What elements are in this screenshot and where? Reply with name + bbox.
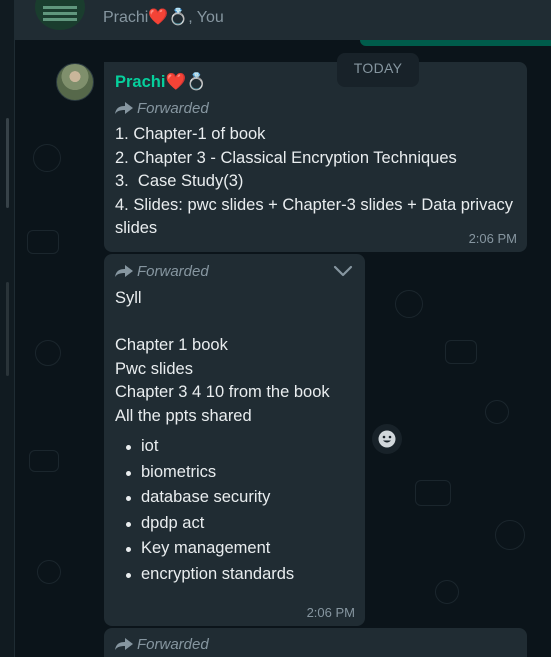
message-line: Pwc slides xyxy=(115,359,193,378)
message-line: 1. Chapter-1 of book xyxy=(115,125,266,143)
message-time: 2:06 PM xyxy=(306,605,355,620)
chat-header[interactable]: Prachi❤️💍, You xyxy=(15,0,551,40)
list-item: dpdp act xyxy=(126,511,294,537)
message-line: Chapter 3 4 10 from the book xyxy=(115,383,330,402)
forwarded-label: Forwarded xyxy=(115,100,209,117)
scrollbar-thumb[interactable] xyxy=(6,118,9,208)
forwarded-label: Forwarded xyxy=(115,636,209,653)
forwarded-text: Forwarded xyxy=(137,636,209,653)
message-line: All the ppts shared xyxy=(115,406,252,425)
wallpaper-doodle xyxy=(445,340,477,364)
react-button[interactable] xyxy=(372,424,402,454)
wallpaper-doodle xyxy=(37,560,61,584)
message-text: 1. Chapter-1 of book 2. Chapter 3 - Clas… xyxy=(115,123,515,241)
wallpaper-doodle xyxy=(395,290,423,318)
message-bubble[interactable]: Forwarded xyxy=(104,628,527,657)
list-item: Key management xyxy=(126,536,294,562)
message-line: Syll xyxy=(115,289,142,307)
wallpaper-doodle xyxy=(27,230,59,254)
sender-name[interactable]: Prachi❤️💍 xyxy=(115,73,207,92)
message-bubble[interactable]: Prachi❤️💍 Forwarded 1. Chapter-1 of book… xyxy=(104,62,527,252)
list-item: database security xyxy=(126,485,294,511)
previous-outgoing-bubble xyxy=(360,40,551,46)
forward-arrow-icon xyxy=(115,638,133,650)
message-line: Chapter 1 book xyxy=(115,336,228,355)
wallpaper-doodle xyxy=(29,450,59,472)
message-line: 2. Chapter 3 - Classical Encryption Tech… xyxy=(115,148,457,167)
message-text: Syll Chapter 1 book Pwc slides Chapter 3… xyxy=(115,287,355,429)
group-members: Prachi❤️💍, You xyxy=(103,9,224,26)
chat-window: Prachi❤️💍, You TODAY Prachi❤️💍 Forwarded xyxy=(0,0,551,657)
list-item: encryption standards xyxy=(126,562,294,588)
wallpaper-doodle xyxy=(33,144,61,172)
forwarded-text: Forwarded xyxy=(137,263,209,280)
list-item: biometrics xyxy=(126,460,294,486)
message-line xyxy=(115,311,355,335)
message-line: 3. Case Study(3) xyxy=(115,172,244,191)
list-item: iot xyxy=(126,434,294,460)
sender-avatar[interactable] xyxy=(56,63,94,101)
emoji-smile-icon xyxy=(378,430,396,448)
message-bubble[interactable]: Forwarded Syll Chapter 1 book Pwc slides… xyxy=(104,254,365,626)
wallpaper-doodle xyxy=(415,480,451,506)
date-separator: TODAY xyxy=(337,53,419,87)
forward-arrow-icon xyxy=(115,102,133,114)
message-line: 4. Slides: pwc slides + Chapter-3 slides… xyxy=(115,195,514,238)
group-avatar[interactable] xyxy=(35,0,85,30)
panel-divider xyxy=(6,282,9,376)
message-time: 2:06 PM xyxy=(468,231,517,246)
forwarded-label: Forwarded xyxy=(115,263,209,280)
wallpaper-doodle xyxy=(485,400,509,424)
forwarded-text: Forwarded xyxy=(137,100,209,117)
chevron-down-icon[interactable] xyxy=(333,264,353,278)
wallpaper-doodle xyxy=(35,340,61,366)
message-list[interactable]: TODAY Prachi❤️💍 Forwarded 1. Chapter-1 o… xyxy=(15,40,551,657)
left-panel-edge xyxy=(0,0,15,657)
wallpaper-doodle xyxy=(435,580,459,604)
forward-arrow-icon xyxy=(115,265,133,277)
wallpaper-doodle xyxy=(495,520,525,550)
bullet-list: iot biometrics database security dpdp ac… xyxy=(126,434,294,588)
